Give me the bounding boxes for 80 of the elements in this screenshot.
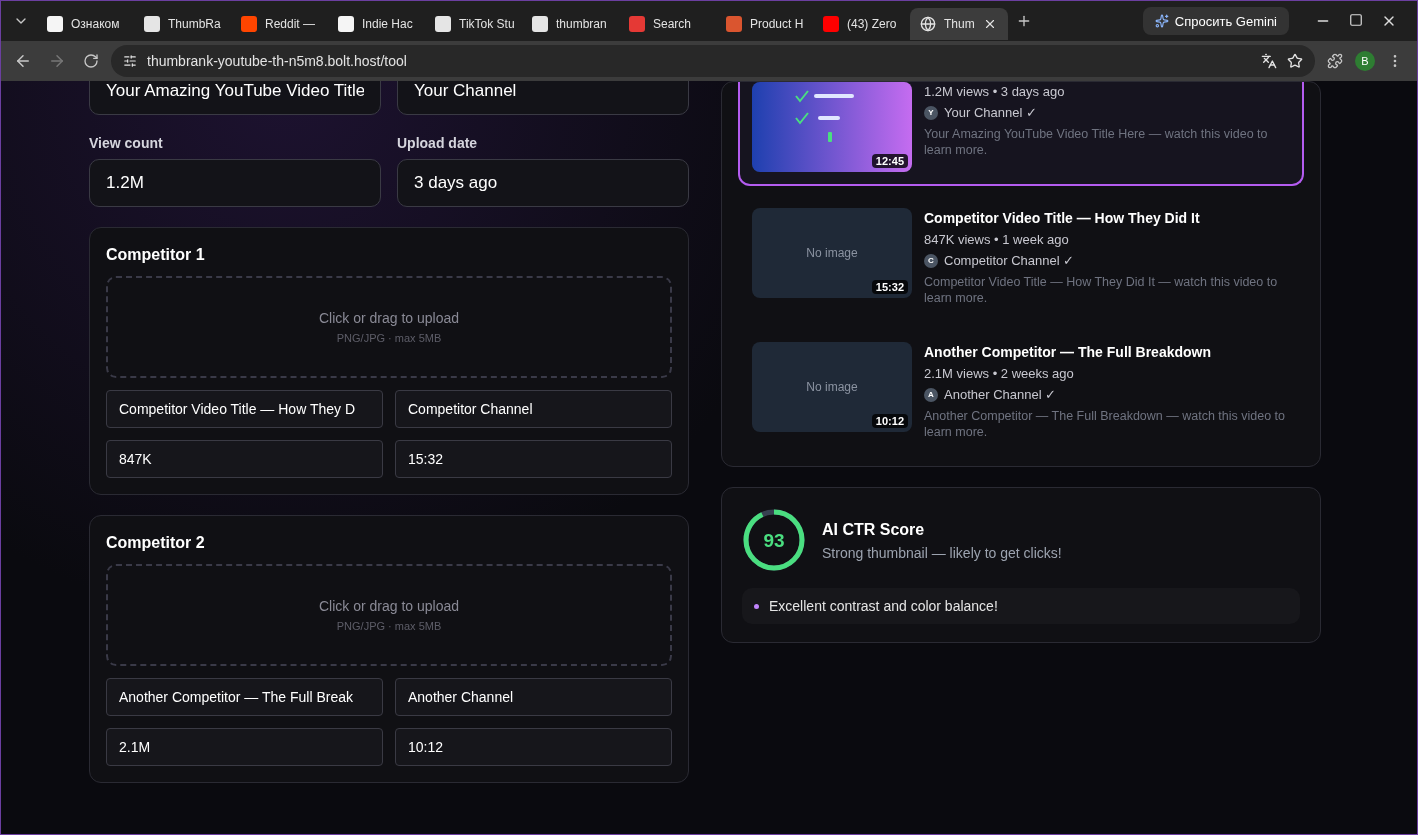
- video-meta: 2.1M views • 2 weeks ago: [924, 366, 1075, 381]
- video-description: Your Amazing YouTube Video Title Here — watch this video to learn more.: [924, 126, 1269, 158]
- text-field[interactable]: Your Amazing YouTube Video Title: [89, 81, 381, 115]
- duration-badge: 15:32: [871, 280, 908, 294]
- field-label: View count: [89, 135, 164, 151]
- text-field[interactable]: 3 days ago: [397, 159, 689, 207]
- site-icon: [144, 16, 160, 32]
- text-field[interactable]: Competitor Video Title — How They D: [106, 390, 383, 428]
- browser-tab[interactable]: Search: [619, 8, 714, 40]
- site-icon: [629, 16, 645, 32]
- site-icon: [435, 16, 451, 32]
- translate-icon[interactable]: [1261, 53, 1277, 69]
- browser-tab[interactable]: Reddit —: [231, 8, 326, 40]
- video-title: Another Competitor — The Full Breakdown: [924, 344, 1212, 360]
- sparkle-icon: [1154, 14, 1169, 28]
- text-field[interactable]: 1.2M: [89, 159, 381, 207]
- site-icon: [726, 16, 742, 32]
- channel-name: Your Channel ✓: [944, 105, 1037, 120]
- video-item[interactable]: 12:45 1.2M views • 3 days ago Y Your Channel ✓ Your Amazing YouTube Video Title Here — watch this video to learn more.: [738, 82, 1304, 186]
- bullet-icon: [754, 603, 759, 609]
- text-field[interactable]: Your Channel: [397, 81, 689, 115]
- site-icon: [338, 16, 354, 32]
- star-icon[interactable]: [1287, 53, 1303, 69]
- text-field[interactable]: Competitor Channel: [395, 390, 672, 428]
- browser-tab[interactable]: TikTok Stu: [425, 8, 520, 40]
- video-description: Another Competitor — The Full Breakdown — watch this video to learn more.: [924, 408, 1287, 440]
- score-value: 93: [763, 530, 785, 550]
- forward-icon: [48, 52, 66, 70]
- card-title: Competitor 2: [106, 534, 206, 552]
- placeholder-text: No image: [806, 380, 858, 394]
- score-title: AI CTR Score: [822, 521, 926, 539]
- duration-badge: 12:45: [871, 154, 908, 168]
- video-meta: 1.2M views • 3 days ago: [924, 84, 1066, 99]
- address-bar[interactable]: thumbrank-youtube-th-n5m8.bolt.host/tool: [111, 45, 1315, 77]
- field-label: Upload date: [397, 135, 479, 151]
- browser-tab[interactable]: Indie Hac: [328, 8, 423, 40]
- score-ring: [742, 508, 806, 572]
- browser-tab[interactable]: thumbran: [522, 8, 617, 40]
- channel-avatar: C: [924, 253, 938, 268]
- placeholder-text: No image: [806, 246, 858, 260]
- globe-icon: [920, 16, 936, 32]
- upload-area[interactable]: Click or drag to upload PNG/JPG · max 5MB: [106, 564, 672, 666]
- channel-avatar: A: [924, 387, 938, 402]
- back-icon: [14, 52, 32, 70]
- text-field[interactable]: Another Competitor — The Full Break: [106, 678, 383, 716]
- card-title: Competitor 1: [106, 246, 206, 264]
- browser-tab[interactable]: Ознаком: [37, 8, 132, 40]
- browser-tab[interactable]: (43) Zero: [813, 8, 908, 40]
- text-field[interactable]: 847K: [106, 440, 383, 478]
- tip-text: Excellent contrast and color balance!: [769, 598, 998, 614]
- channel-name: Another Channel ✓: [944, 387, 1057, 402]
- video-title: Competitor Video Title — How They Did It: [924, 210, 1201, 226]
- plus-icon: [1016, 13, 1032, 29]
- video-item[interactable]: No image 15:32 Competitor Video Title — How They Did It 847K views • 1 week ago C Competitor Channel ✓ Competitor Video Title — How They Did It — watch this video to learn more.: [738, 196, 1304, 320]
- text-field[interactable]: 2.1M: [106, 728, 383, 766]
- site-icon: [823, 16, 839, 32]
- video-item[interactable]: No image 10:12 Another Competitor — The Full Breakdown 2.1M views • 2 weeks ago A Another Channel ✓ Another Competitor — The Full Breakdown — watch this video to learn more.: [738, 330, 1304, 454]
- reload-icon: [83, 53, 99, 69]
- site-icon: [532, 16, 548, 32]
- site-icon: [47, 16, 63, 32]
- upload-area[interactable]: Click or drag to upload PNG/JPG · max 5MB: [106, 276, 672, 378]
- text-field[interactable]: 10:12: [395, 728, 672, 766]
- score-subtitle: Strong thumbnail — likely to get clicks!: [822, 545, 1062, 561]
- browser-tab[interactable]: Thum: [910, 8, 1008, 40]
- site-settings-icon[interactable]: [123, 54, 137, 68]
- text-field[interactable]: Another Channel: [395, 678, 672, 716]
- duration-badge: 10:12: [871, 414, 908, 428]
- maximize-icon[interactable]: [1349, 13, 1363, 27]
- puzzle-icon: [1327, 53, 1343, 69]
- browser-tab[interactable]: Product H: [716, 8, 811, 40]
- profile-avatar[interactable]: B: [1355, 51, 1375, 71]
- site-icon: [241, 16, 257, 32]
- text-field[interactable]: 15:32: [395, 440, 672, 478]
- video-meta: 847K views • 1 week ago: [924, 232, 1070, 247]
- gemini-button[interactable]: Спросить Gemini: [1142, 7, 1289, 35]
- browser-tab[interactable]: ThumbRa: [134, 8, 229, 40]
- channel-name: Competitor Channel ✓: [944, 253, 1075, 268]
- url-text: thumbrank-youtube-th-n5m8.bolt.host/tool: [147, 53, 408, 69]
- channel-avatar: Y: [924, 105, 938, 120]
- video-description: Competitor Video Title — How They Did It — watch this video to learn more.: [924, 274, 1279, 306]
